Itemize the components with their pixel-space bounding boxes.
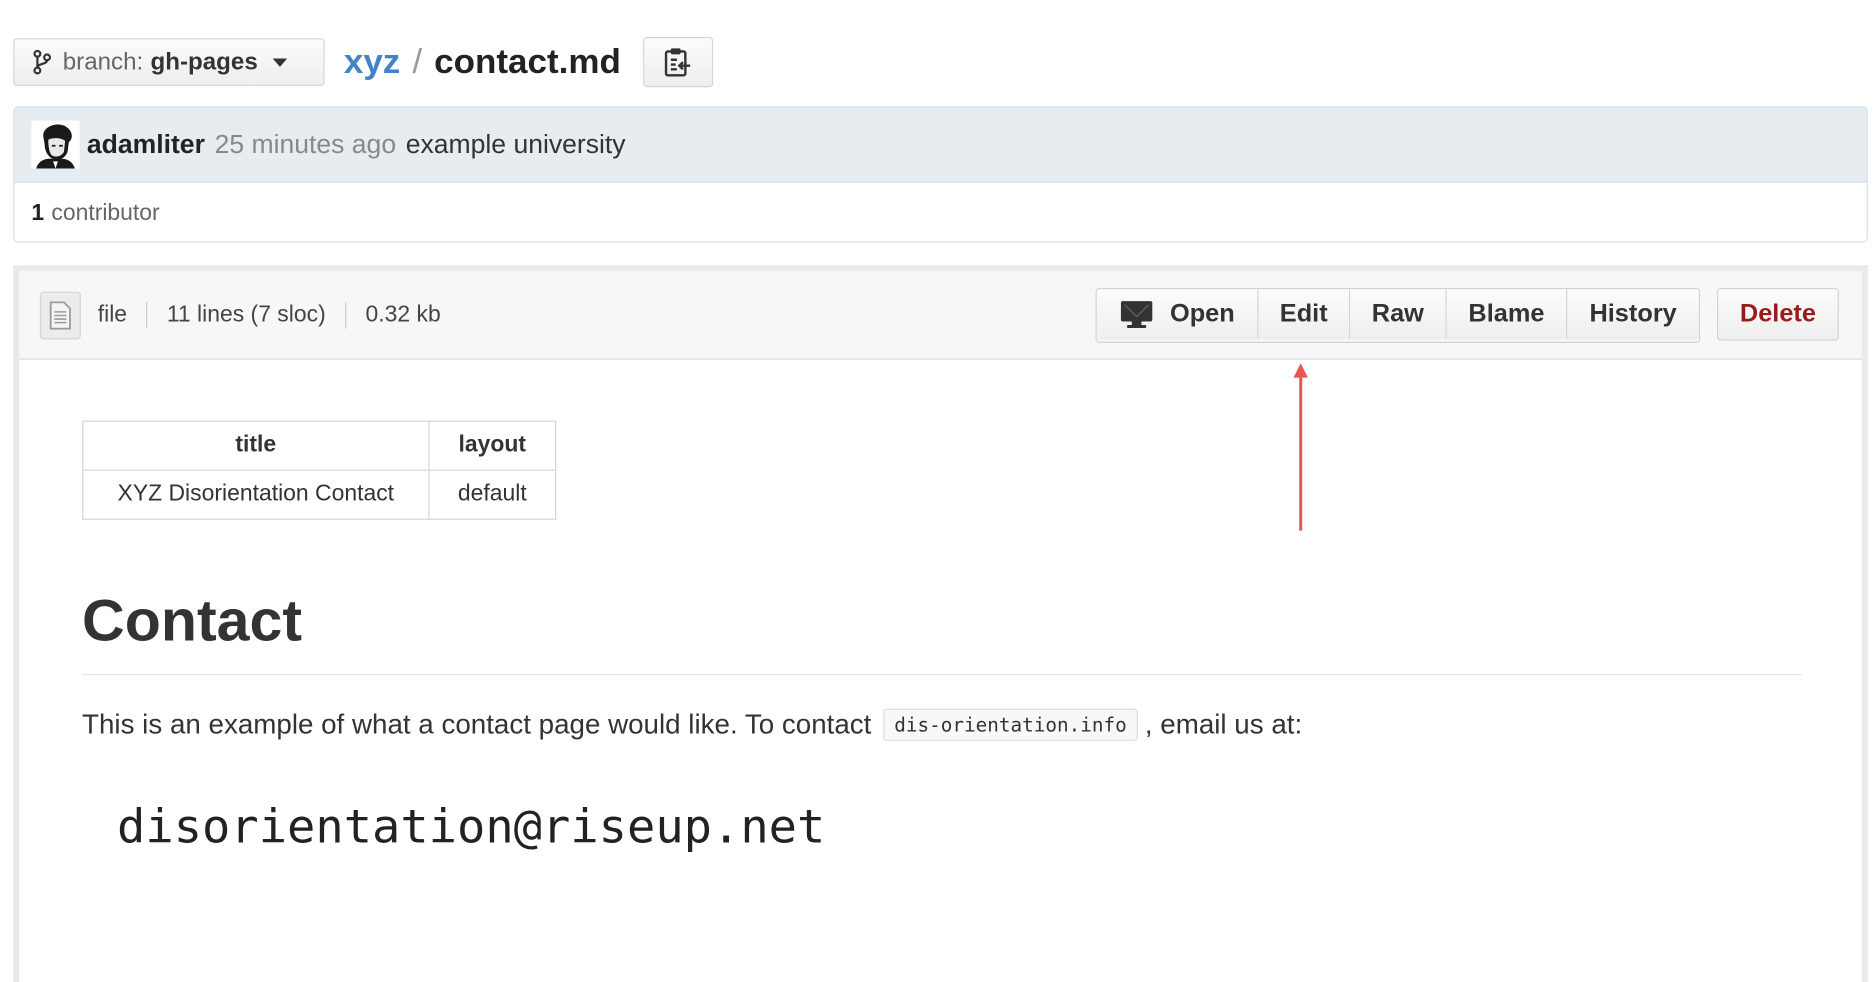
file-header: file 11 lines (7 sloc) 0.32 kb Open Edit bbox=[19, 271, 1862, 360]
paragraph-text: This is an example of what a contact pag… bbox=[82, 709, 872, 741]
file-icon bbox=[39, 290, 81, 339]
branch-name: gh-pages bbox=[150, 48, 258, 75]
branch-icon bbox=[33, 49, 52, 75]
table-row: XYZ Disorientation Contact default bbox=[82, 469, 557, 520]
open-button[interactable]: Open bbox=[1096, 289, 1259, 340]
breadcrumb-file-name: contact.md bbox=[434, 42, 621, 81]
breadcrumb-repo-link[interactable]: xyz bbox=[344, 42, 400, 81]
file-viewer: file 11 lines (7 sloc) 0.32 kb Open Edit bbox=[13, 265, 1868, 982]
contributor-label: contributor bbox=[51, 200, 160, 226]
file-meta: file 11 lines (7 sloc) 0.32 kb bbox=[97, 301, 441, 329]
table-header-row: title layout bbox=[82, 420, 557, 471]
inline-code: dis-orientation.info bbox=[883, 709, 1138, 742]
commit-time: 25 minutes ago bbox=[214, 129, 397, 159]
branch-prefix: branch: bbox=[62, 48, 144, 75]
latest-commit-bar: adamliter 25 minutes ago example univers… bbox=[14, 107, 1867, 183]
commit-message[interactable]: example university bbox=[406, 129, 626, 160]
avatar[interactable] bbox=[31, 120, 80, 169]
copy-path-button[interactable] bbox=[642, 37, 713, 88]
contact-email: disorientation@riseup.net bbox=[117, 801, 826, 855]
edit-button[interactable]: Edit bbox=[1258, 289, 1351, 340]
rendered-markdown: title layout XYZ Disorientation Contact … bbox=[82, 420, 1802, 855]
caret-down-icon bbox=[272, 57, 287, 67]
contributors-bar: 1 contributor bbox=[14, 182, 1867, 242]
file-nav-bar: branch: gh-pages xyz / contact.md bbox=[13, 36, 713, 89]
blame-button[interactable]: Blame bbox=[1446, 289, 1568, 340]
delete-button[interactable]: Delete bbox=[1716, 287, 1839, 341]
commit-author[interactable]: adamliter bbox=[87, 129, 205, 160]
table-cell: XYZ Disorientation Contact bbox=[82, 469, 430, 520]
desktop-icon bbox=[1120, 301, 1152, 329]
breadcrumb: xyz / contact.md bbox=[344, 42, 621, 81]
content-heading: Contact bbox=[82, 590, 1802, 676]
file-lines: 11 lines (7 sloc) bbox=[166, 301, 326, 327]
branch-selector-button[interactable]: branch: gh-pages bbox=[13, 38, 325, 87]
front-matter-table: title layout XYZ Disorientation Contact … bbox=[82, 420, 557, 520]
paragraph-text-end: , email us at: bbox=[1144, 709, 1303, 741]
open-label: Open bbox=[1169, 299, 1235, 328]
commit-info-box: adamliter 25 minutes ago example univers… bbox=[13, 106, 1868, 243]
table-header: title bbox=[82, 420, 430, 471]
history-button[interactable]: History bbox=[1567, 289, 1699, 340]
file-size: 0.32 kb bbox=[365, 301, 441, 327]
file-type: file bbox=[97, 301, 128, 327]
meta-divider bbox=[146, 301, 148, 329]
raw-button[interactable]: Raw bbox=[1350, 289, 1447, 340]
meta-divider bbox=[345, 301, 347, 329]
content-paragraph: This is an example of what a contact pag… bbox=[82, 709, 1801, 742]
table-cell: default bbox=[428, 469, 557, 520]
page-canvas: branch: gh-pages xyz / contact.md adamli… bbox=[0, 0, 1876, 982]
table-header: layout bbox=[428, 420, 557, 471]
contributor-count: 1 bbox=[31, 200, 45, 226]
file-actions-group: Open Edit Raw Blame History bbox=[1095, 287, 1701, 343]
clipboard-icon bbox=[664, 48, 690, 77]
breadcrumb-separator: / bbox=[412, 42, 423, 81]
